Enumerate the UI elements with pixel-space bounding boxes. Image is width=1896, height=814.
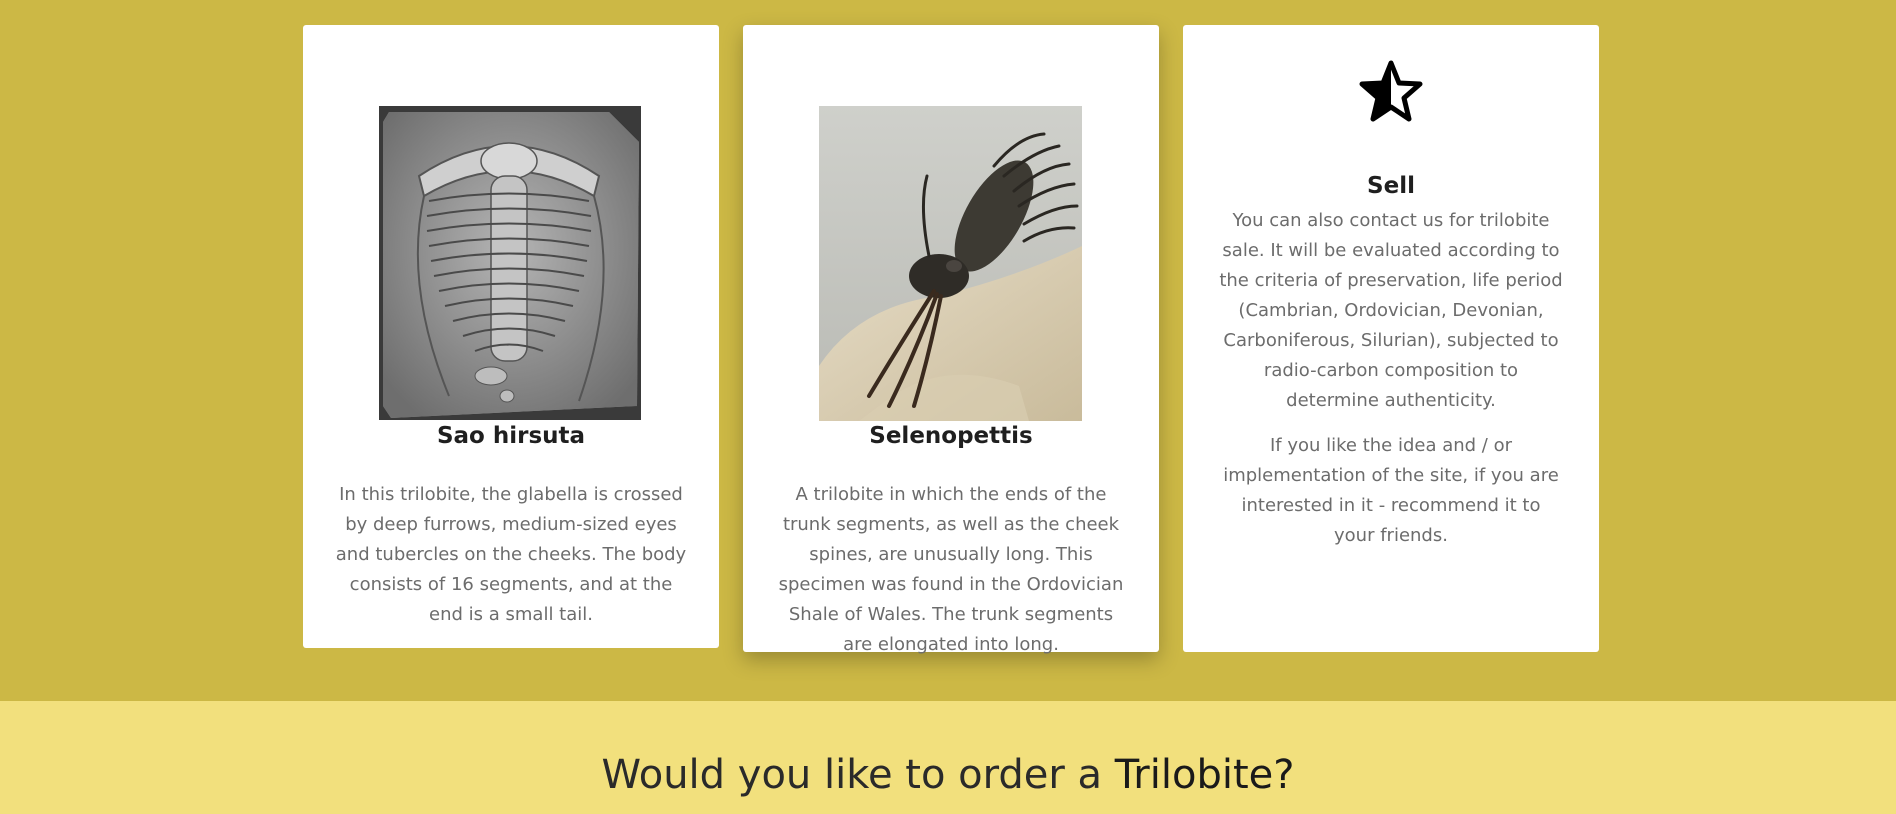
card-description: You can also contact us for trilobite sa… <box>1219 210 1563 411</box>
card-title: Sell <box>1367 173 1415 199</box>
star-half-icon <box>1359 60 1423 122</box>
card-selenopettis: Selenopettis A trilobite in which the en… <box>743 25 1159 655</box>
card-sell: Sell You can also contact us for trilobi… <box>1183 25 1599 652</box>
card-description: In this trilobite, the glabella is cross… <box>335 484 687 625</box>
card-description-secondary: If you like the idea and / or implementa… <box>1223 435 1559 546</box>
card-sao-hirsuta: Sao hirsuta In this trilobite, the glabe… <box>303 25 719 648</box>
order-heading-prefix: Would you like to order a <box>601 752 1115 798</box>
card-title: Sao hirsuta <box>436 423 586 449</box>
card-description: A trilobite in which the ends of the tru… <box>778 484 1124 655</box>
order-heading: Would you like to order a Trilobite? <box>0 751 1896 799</box>
selenopettis-photo <box>819 106 1082 421</box>
features-section: Sao hirsuta In this trilobite, the glabe… <box>0 0 1896 701</box>
order-section: Would you like to order a Trilobite? <box>0 701 1896 814</box>
order-heading-emphasis: Trilobite? <box>1114 752 1295 798</box>
card-title: Selenopettis <box>869 423 1033 449</box>
sao-hirsuta-photo <box>379 106 641 420</box>
